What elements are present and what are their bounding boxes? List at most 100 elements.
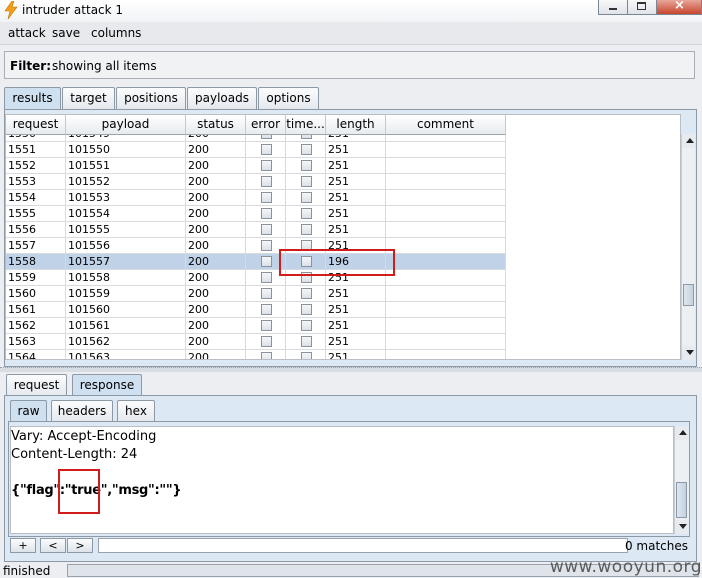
watermark: www.wooyun.org <box>549 557 702 577</box>
cell-comment <box>386 222 506 238</box>
tab-response[interactable]: response <box>72 374 142 396</box>
menu-save[interactable]: save <box>52 26 80 40</box>
menu-columns[interactable]: columns <box>91 26 141 40</box>
col-header-payload[interactable]: payload <box>66 115 186 135</box>
checkbox[interactable] <box>261 288 272 299</box>
col-header-error[interactable]: error <box>246 115 286 135</box>
table-row[interactable]: 1555 101554 200 251 <box>6 206 506 222</box>
table-row[interactable]: 1552 101551 200 251 <box>6 158 506 174</box>
table-row[interactable]: 1556 101555 200 251 <box>6 222 506 238</box>
cell-payload: 101559 <box>66 286 186 302</box>
cell-status: 200 <box>186 302 246 318</box>
checkbox[interactable] <box>261 160 272 171</box>
cell-error <box>246 350 286 359</box>
maximize-button[interactable] <box>627 0 657 15</box>
col-header-length[interactable]: length <box>326 115 386 135</box>
response-scrollbar[interactable] <box>674 426 689 534</box>
col-header-timeout[interactable]: time... <box>286 115 326 135</box>
cell-comment <box>386 254 506 270</box>
table-row[interactable]: 1564 101563 200 251 <box>6 350 506 359</box>
response-text-area[interactable]: Vary: Accept-Encoding Content-Length: 24… <box>10 426 674 534</box>
table-row[interactable]: 1558 101557 200 196 <box>6 254 506 270</box>
table-row[interactable]: 1561 101560 200 251 <box>6 302 506 318</box>
checkbox[interactable] <box>261 336 272 347</box>
minimize-button[interactable] <box>598 0 628 15</box>
checkbox[interactable] <box>301 176 312 187</box>
table-scrollbar[interactable] <box>681 134 695 360</box>
table-row[interactable]: 1551 101550 200 251 <box>6 142 506 158</box>
checkbox[interactable] <box>261 144 272 155</box>
cell-comment <box>386 206 506 222</box>
scroll-down-button[interactable] <box>675 520 689 534</box>
results-table[interactable]: request payload status error time... len… <box>5 114 681 360</box>
table-row[interactable]: 1553 101552 200 251 <box>6 174 506 190</box>
cell-request: 1551 <box>6 142 66 158</box>
table-row[interactable]: 1563 101562 200 251 <box>6 334 506 350</box>
tab-raw[interactable]: raw <box>10 400 47 422</box>
cell-request: 1557 <box>6 238 66 254</box>
scroll-up-button[interactable] <box>675 426 689 440</box>
add-button[interactable]: + <box>10 538 36 553</box>
checkbox[interactable] <box>301 160 312 171</box>
checkbox[interactable] <box>261 304 272 315</box>
cell-request: 1553 <box>6 174 66 190</box>
table-row[interactable]: 1554 101553 200 251 <box>6 190 506 206</box>
cell-request: 1561 <box>6 302 66 318</box>
cell-request: 1554 <box>6 190 66 206</box>
filter-bar[interactable]: Filter: showing all items <box>4 51 695 79</box>
scroll-down-button[interactable] <box>682 346 695 360</box>
response-line: Vary: Accept-Encoding <box>11 429 157 444</box>
title-bar: intruder attack 1 × <box>0 0 702 23</box>
checkbox[interactable] <box>261 256 272 267</box>
cell-status: 200 <box>186 142 246 158</box>
table-row[interactable]: 1559 101558 200 251 <box>6 270 506 286</box>
checkbox[interactable] <box>301 304 312 315</box>
next-button[interactable]: > <box>67 538 93 553</box>
tab-results[interactable]: results <box>4 87 61 109</box>
scroll-thumb[interactable] <box>683 284 694 306</box>
checkbox[interactable] <box>261 272 272 283</box>
checkbox[interactable] <box>301 336 312 347</box>
scroll-thumb[interactable] <box>676 482 687 518</box>
previous-button[interactable]: < <box>40 538 66 553</box>
checkbox[interactable] <box>261 240 272 251</box>
search-input[interactable] <box>98 538 628 553</box>
checkbox[interactable] <box>301 192 312 203</box>
cell-comment <box>386 238 506 254</box>
checkbox[interactable] <box>261 352 272 359</box>
tab-options[interactable]: options <box>258 87 319 109</box>
col-header-status[interactable]: status <box>186 115 246 135</box>
menu-attack[interactable]: attack <box>8 26 46 40</box>
cell-comment <box>386 190 506 206</box>
checkbox[interactable] <box>301 352 312 359</box>
col-header-request[interactable]: request <box>6 115 66 135</box>
tab-request[interactable]: request <box>6 374 67 396</box>
table-row[interactable]: 1557 101556 200 251 <box>6 238 506 254</box>
tab-headers[interactable]: headers <box>51 400 113 422</box>
length-highlight-box <box>279 249 395 276</box>
checkbox[interactable] <box>301 144 312 155</box>
col-header-comment[interactable]: comment <box>386 115 506 135</box>
tab-positions[interactable]: positions <box>116 87 186 109</box>
checkbox[interactable] <box>301 288 312 299</box>
checkbox[interactable] <box>301 224 312 235</box>
checkbox[interactable] <box>261 192 272 203</box>
checkbox[interactable] <box>301 320 312 331</box>
checkbox[interactable] <box>301 208 312 219</box>
cell-status: 200 <box>186 254 246 270</box>
scroll-up-button[interactable] <box>682 134 695 148</box>
checkbox[interactable] <box>261 176 272 187</box>
cell-error <box>246 190 286 206</box>
cell-status: 200 <box>186 286 246 302</box>
checkbox[interactable] <box>261 208 272 219</box>
close-button[interactable]: × <box>656 0 702 15</box>
checkbox[interactable] <box>261 224 272 235</box>
split-pane-divider[interactable] <box>0 367 702 372</box>
tab-target[interactable]: target <box>62 87 115 109</box>
cell-comment <box>386 286 506 302</box>
checkbox[interactable] <box>261 320 272 331</box>
tab-payloads[interactable]: payloads <box>187 87 257 109</box>
tab-hex[interactable]: hex <box>117 400 155 422</box>
table-row[interactable]: 1562 101561 200 251 <box>6 318 506 334</box>
table-row[interactable]: 1560 101559 200 251 <box>6 286 506 302</box>
